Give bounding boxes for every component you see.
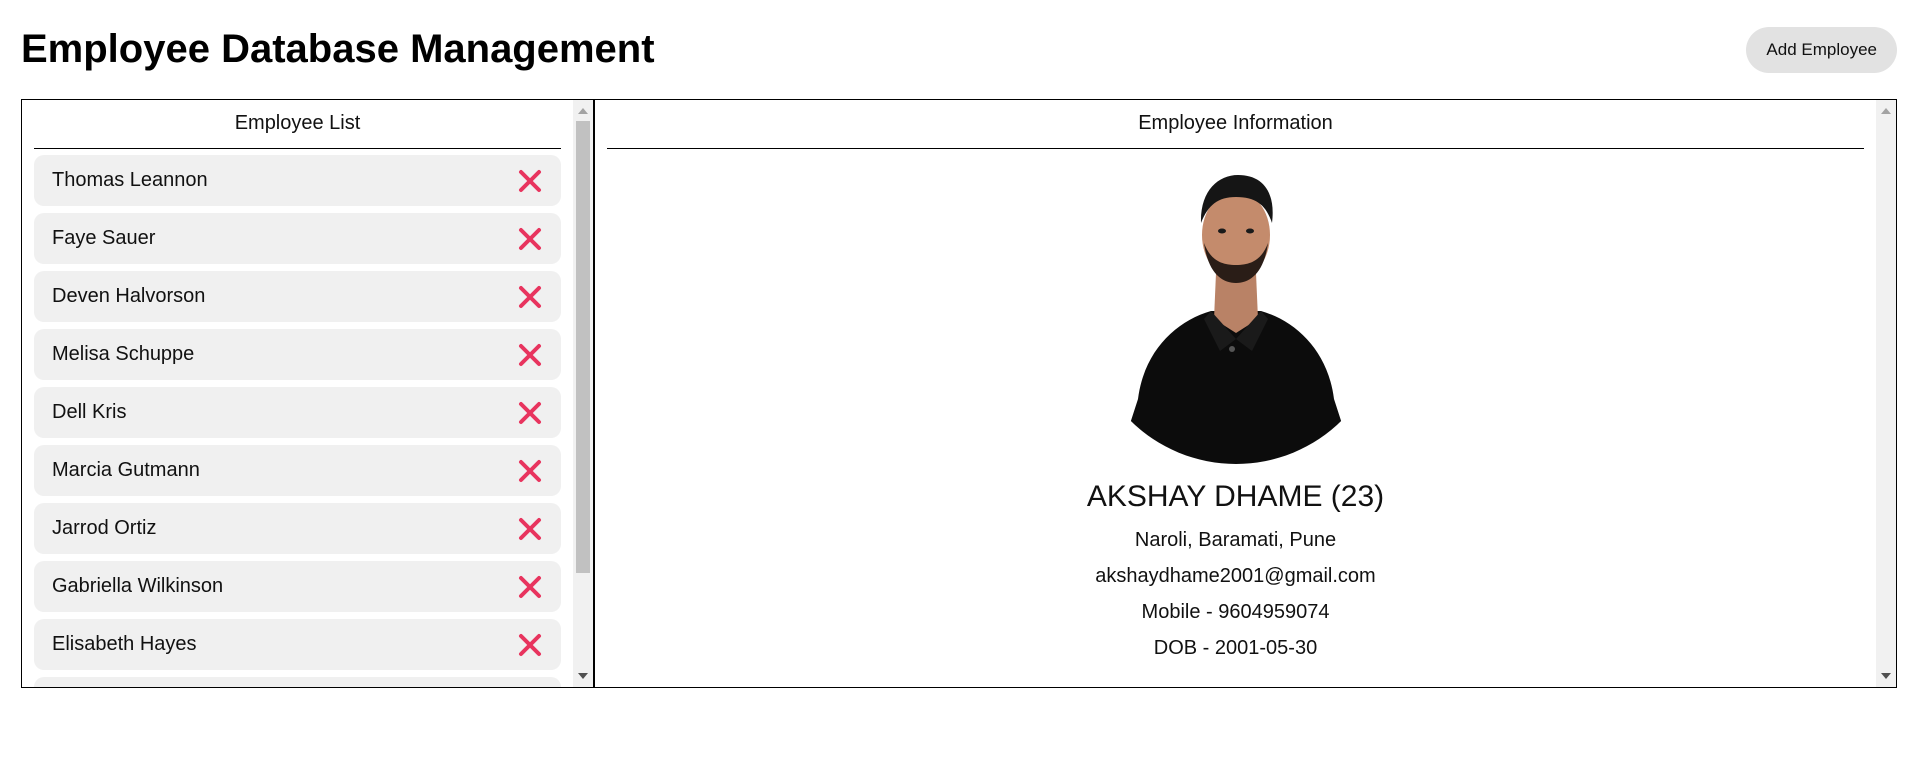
employee-info-scrollbar[interactable]	[1876, 100, 1896, 687]
scroll-up-arrow[interactable]	[578, 108, 588, 114]
page-header: Employee Database Management Add Employe…	[21, 0, 1897, 100]
employee-list-scroll-area[interactable]: Employee List Thomas Leannon Faye Sauer De…	[22, 100, 573, 687]
employee-list-item[interactable]: Dell Kris	[34, 387, 561, 438]
close-icon[interactable]	[517, 226, 543, 252]
employee-info-title: Employee Information	[607, 100, 1864, 149]
employee-name: Jarrod Ortiz	[52, 517, 157, 539]
employee-details: AKSHAY DHAME (23) Naroli, Baramati, Pune…	[595, 161, 1876, 661]
employee-info-panel: Employee Information AKSHAY DHAME (23) N…	[595, 99, 1897, 688]
scroll-up-arrow[interactable]	[1881, 108, 1891, 114]
employee-list-scrollbar[interactable]	[573, 100, 593, 687]
employee-list-item[interactable]: Melisa Schuppe	[34, 329, 561, 380]
employee-list-item[interactable]: Jarrod Ortiz	[34, 503, 561, 554]
employee-list-panel: Employee List Thomas Leannon Faye Sauer De…	[21, 99, 595, 688]
scroll-down-arrow[interactable]	[1881, 673, 1891, 679]
employee-list-item[interactable]	[34, 677, 561, 687]
employee-name: Faye Sauer	[52, 227, 156, 249]
employee-name: Deven Halvorson	[52, 285, 206, 307]
employee-list-item[interactable]: Deven Halvorson	[34, 271, 561, 322]
close-icon[interactable]	[517, 168, 543, 194]
add-employee-button[interactable]: Add Employee	[1746, 27, 1897, 73]
employee-name-age: AKSHAY DHAME (23)	[1086, 480, 1385, 513]
employee-name: Melisa Schuppe	[52, 343, 195, 365]
close-icon[interactable]	[517, 458, 543, 484]
close-icon[interactable]	[517, 516, 543, 542]
close-icon[interactable]	[517, 284, 543, 310]
employee-list-item[interactable]: Marcia Gutmann	[34, 445, 561, 496]
page-title: Employee Database Management	[21, 27, 655, 71]
employee-list-title: Employee List	[34, 100, 561, 149]
close-icon[interactable]	[517, 400, 543, 426]
employee-email: akshaydhame2001@gmail.com	[1095, 565, 1376, 587]
main-container: Employee List Thomas Leannon Faye Sauer De…	[21, 99, 1897, 688]
employee-name: Dell Kris	[52, 401, 127, 423]
employee-name: Elisabeth Hayes	[52, 633, 197, 655]
scroll-thumb[interactable]	[576, 121, 590, 573]
employee-dob: DOB - 2001-05-30	[1153, 637, 1318, 659]
employee-mobile: Mobile - 9604959074	[1141, 601, 1330, 623]
employee-list-item[interactable]: Elisabeth Hayes	[34, 619, 561, 670]
scroll-down-arrow[interactable]	[578, 673, 588, 679]
employee-list-item[interactable]: Faye Sauer	[34, 213, 561, 264]
employee-name: Gabriella Wilkinson	[52, 575, 224, 597]
employee-info-scroll-area[interactable]: Employee Information AKSHAY DHAME (23) N…	[595, 100, 1876, 687]
employee-list-item[interactable]: Gabriella Wilkinson	[34, 561, 561, 612]
employee-photo	[1115, 164, 1356, 464]
close-icon[interactable]	[517, 632, 543, 658]
employee-list: Thomas Leannon Faye Sauer Deven Halvorson M…	[22, 149, 573, 687]
employee-name: Marcia Gutmann	[52, 459, 200, 481]
close-icon[interactable]	[517, 574, 543, 600]
employee-list-item[interactable]: Thomas Leannon	[34, 155, 561, 206]
employee-name: Thomas Leannon	[52, 169, 208, 191]
employee-address: Naroli, Baramati, Pune	[1134, 529, 1337, 551]
close-icon[interactable]	[517, 342, 543, 368]
